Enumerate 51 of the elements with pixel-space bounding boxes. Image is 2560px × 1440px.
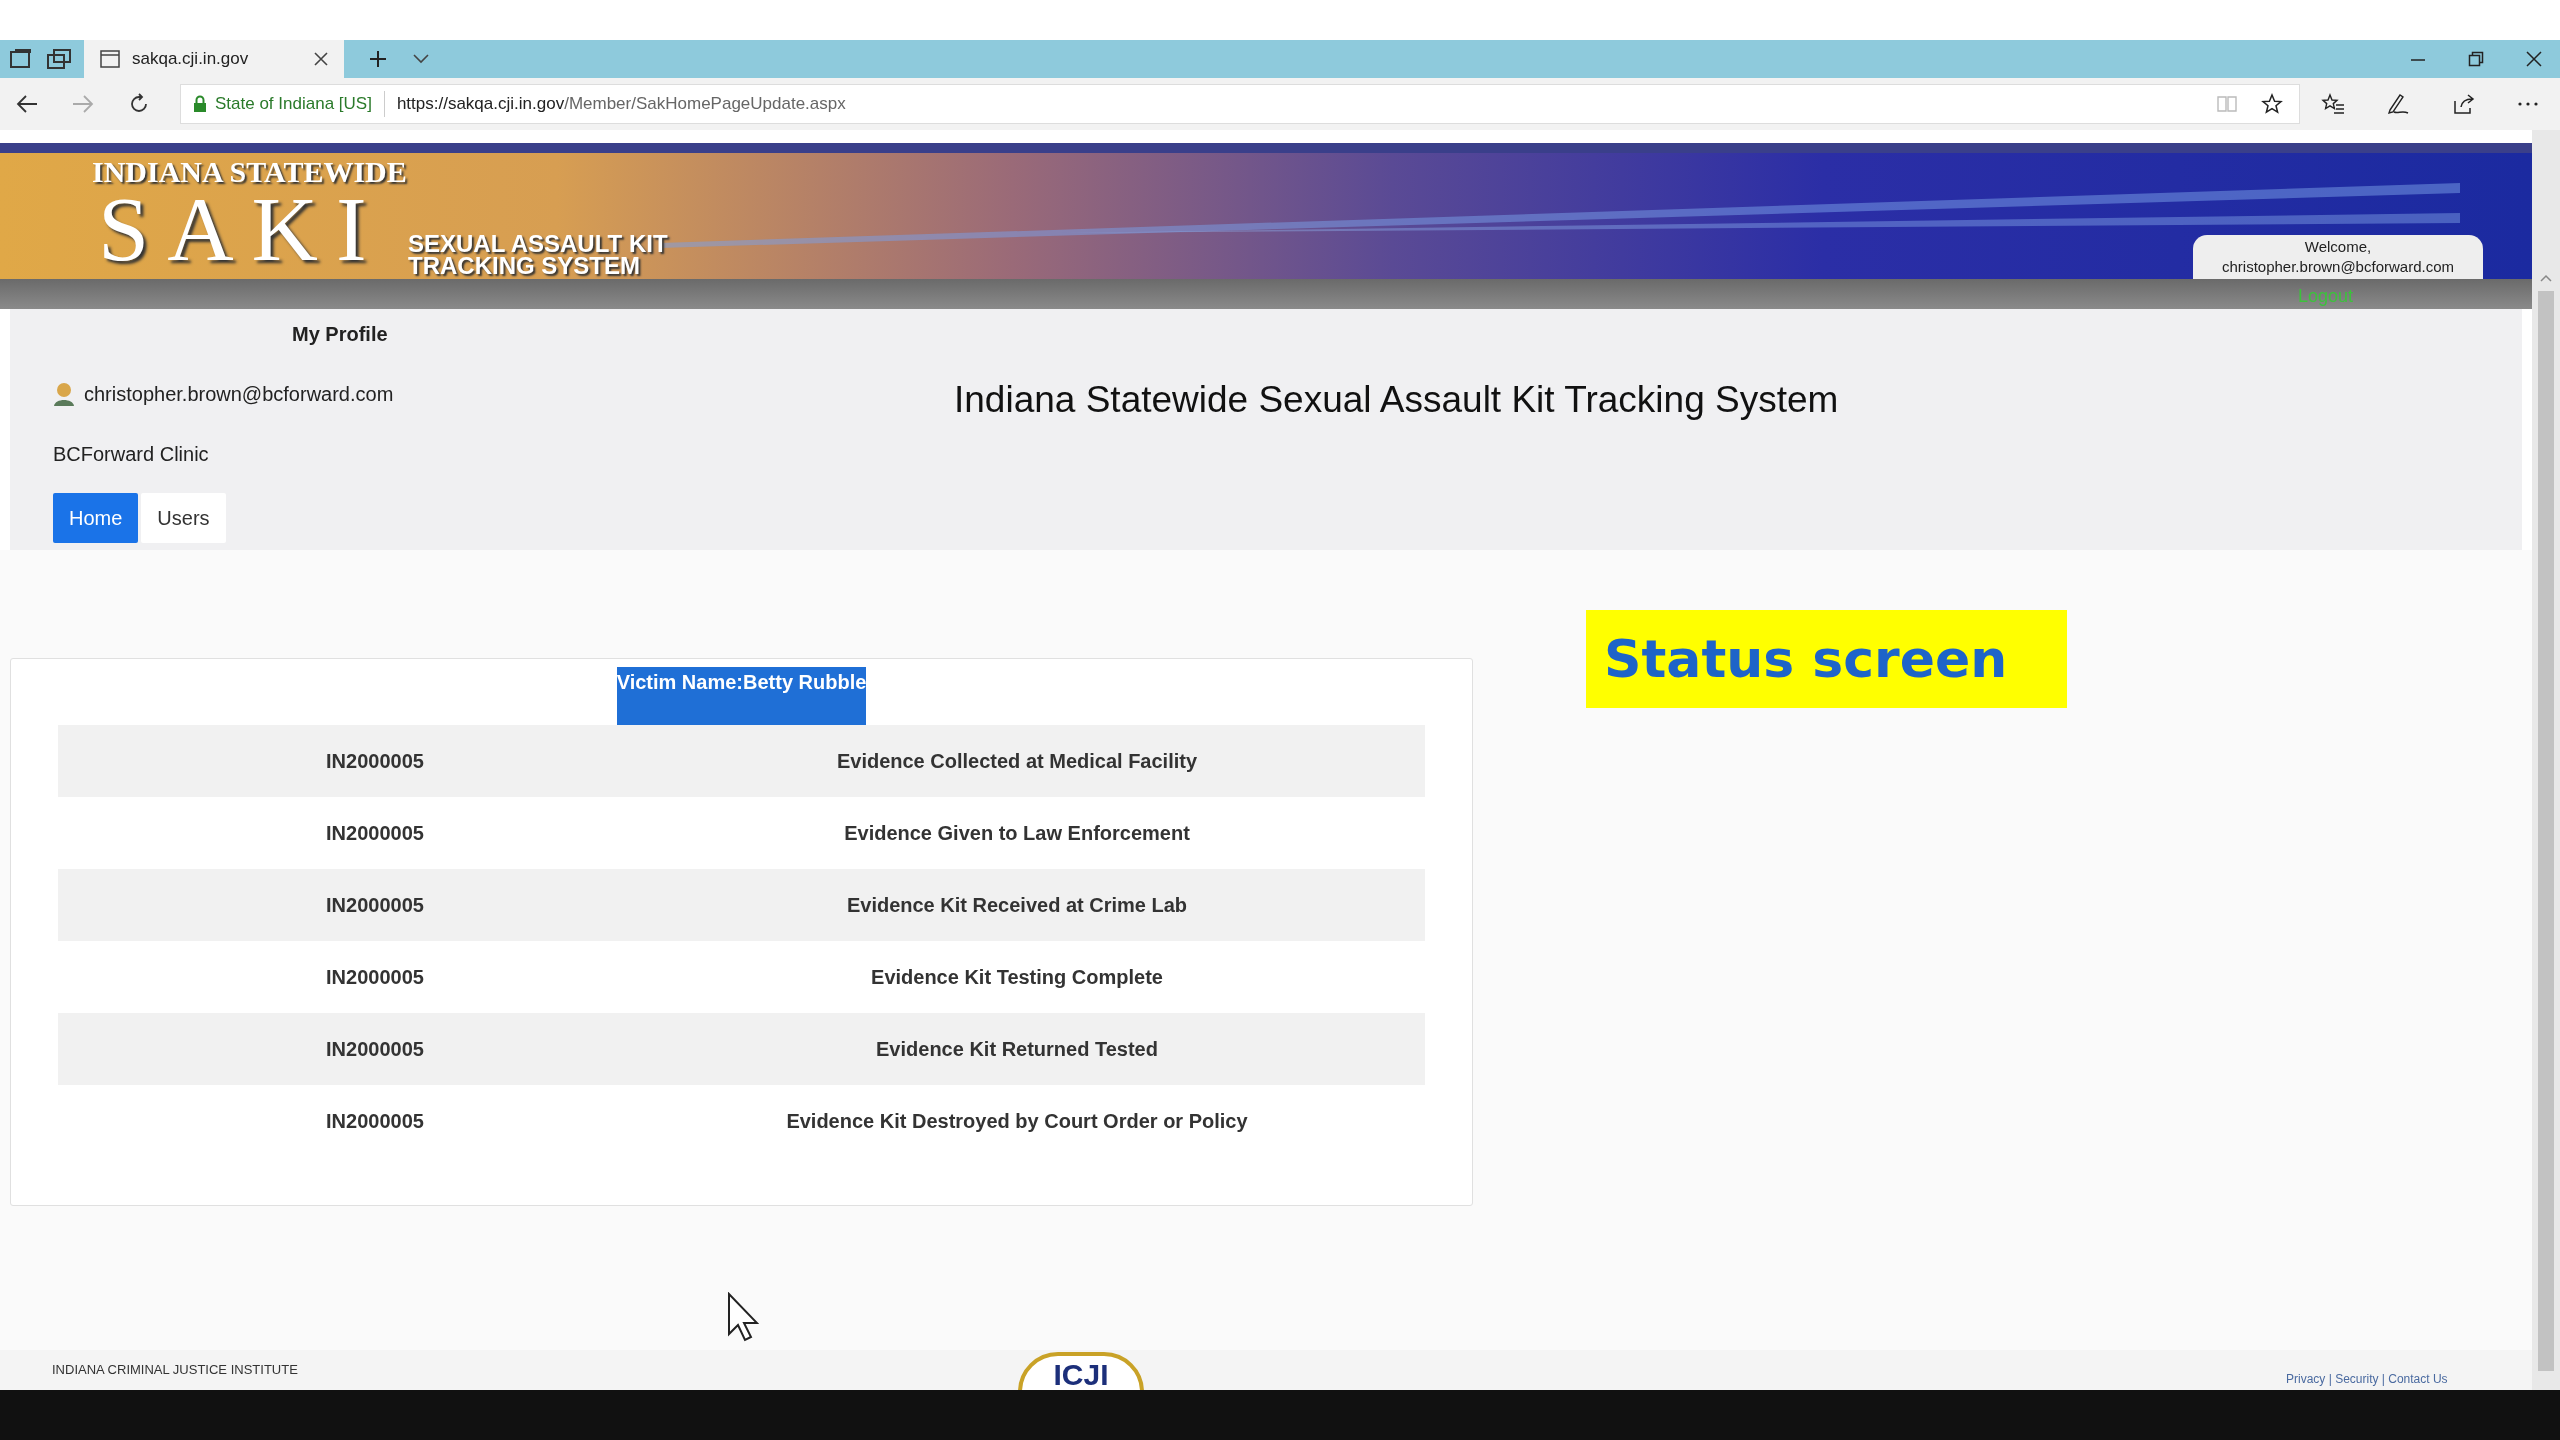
profile-heading: My Profile: [292, 322, 388, 347]
kit-number: IN2000005: [326, 749, 424, 774]
share-icon[interactable]: [2451, 93, 2476, 115]
pen-icon[interactable]: [2386, 92, 2411, 116]
user-email: christopher.brown@bcforward.com: [2222, 257, 2454, 277]
star-icon[interactable]: [2261, 93, 2283, 115]
page-icon: [100, 50, 120, 68]
close-icon[interactable]: [314, 52, 328, 66]
window-icon[interactable]: [8, 47, 34, 71]
url-text: https://sakqa.cji.in.gov/Member/SakHomePageUpdate.aspx: [396, 93, 847, 116]
restore-icon[interactable]: [2468, 51, 2484, 67]
close-icon[interactable]: [2526, 51, 2542, 67]
page-title: Indiana Statewide Sexual Assault Kit Tracking System: [954, 378, 1839, 422]
profile-email: christopher.brown@bcforward.com: [84, 382, 394, 407]
banner-subtitle: SEXUAL ASSAULT KIT: [408, 233, 668, 255]
window-icon[interactable]: [46, 47, 72, 71]
nav-tab[interactable]: Home: [53, 493, 139, 543]
welcome-text: Welcome,: [2304, 237, 2372, 257]
mouse-cursor-icon: [727, 1292, 759, 1342]
kit-number: IN2000005: [326, 965, 424, 990]
favorites-icon[interactable]: [2320, 93, 2345, 115]
footer-links[interactable]: Privacy | Security | Contact Us: [2286, 1370, 2448, 1388]
victim-name: Victim Name:Betty Rubble: [616, 667, 867, 725]
clinic-name: BCForward Clinic: [53, 442, 209, 467]
browser-tab[interactable]: sakqa.cji.in.gov: [84, 40, 344, 78]
scrollbar-thumb[interactable]: [2538, 291, 2554, 1371]
status-text: Evidence Kit Destroyed by Court Order or Policy: [786, 1109, 1248, 1134]
site-identity: State of Indiana [US]: [215, 91, 385, 117]
kit-number: IN2000005: [326, 1109, 424, 1134]
more-icon[interactable]: [2517, 101, 2540, 107]
nav-tab[interactable]: Users: [141, 493, 226, 543]
back-icon[interactable]: [16, 94, 38, 114]
chevron-down-icon[interactable]: [412, 53, 430, 65]
refresh-icon[interactable]: [128, 93, 150, 115]
footer-org: INDIANA CRIMINAL JUSTICE INSTITUTE: [52, 1361, 298, 1379]
kit-number: IN2000005: [326, 821, 424, 846]
kit-number: IN2000005: [326, 1037, 424, 1062]
status-text: Evidence Kit Returned Tested: [876, 1037, 1158, 1062]
status-text: Evidence Given to Law Enforcement: [844, 821, 1190, 846]
status-text: Evidence Collected at Medical Facility: [836, 749, 1198, 774]
status-text: Evidence Kit Testing Complete: [871, 965, 1163, 990]
address-bar[interactable]: State of Indiana [US] https://sakqa.cji.in.gov/Member/SakHomePageUpdate.aspx: [180, 84, 2300, 124]
plus-icon[interactable]: [368, 49, 388, 69]
lock-icon: [193, 95, 207, 113]
footer-logo: ICJI: [1018, 1352, 1144, 1390]
status-text: Evidence Kit Received at Crime Lab: [846, 893, 1188, 918]
user-icon: [52, 381, 76, 407]
banner-subtitle: TRACKING SYSTEM: [408, 255, 641, 277]
kit-number: IN2000005: [326, 893, 424, 918]
callout-label: Status screen: [1586, 610, 2067, 708]
scroll-up-icon[interactable]: [2539, 273, 2553, 283]
